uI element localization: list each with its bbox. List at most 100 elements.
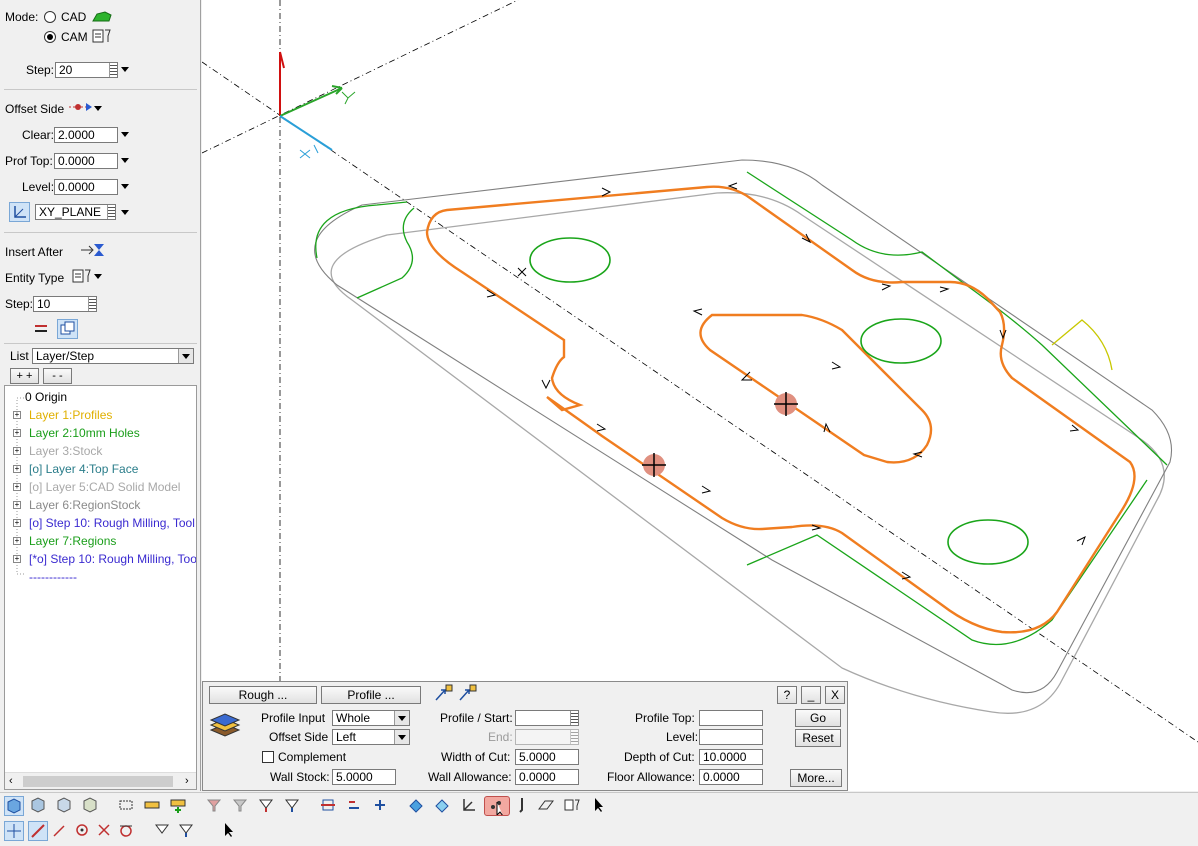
hidden-line-view-icon[interactable] — [80, 796, 100, 816]
wall-stock-field[interactable]: 5.0000 — [332, 769, 396, 785]
snap-grid-icon[interactable] — [4, 821, 24, 841]
expand-icon[interactable]: + — [13, 555, 21, 563]
profile-direction-icons[interactable] — [433, 684, 479, 704]
profile-input-select[interactable]: Whole — [332, 710, 410, 726]
profile-tool-icon[interactable] — [484, 796, 510, 817]
snap-center-icon[interactable] — [72, 821, 92, 841]
expand-icon[interactable]: + — [13, 465, 21, 473]
plane-icon[interactable] — [536, 796, 556, 816]
layer-tree[interactable]: 0 Origin + Layer 1:Profiles + Layer 2:10… — [4, 385, 197, 790]
axis-tool-icon[interactable] — [458, 796, 478, 816]
tree-item-layer2[interactable]: Layer 2:10mm Holes — [29, 426, 140, 440]
step2-field[interactable]: 10 — [33, 296, 97, 312]
width-of-cut-field[interactable]: 5.0000 — [515, 749, 579, 765]
tree-item-origin[interactable]: 0 Origin — [25, 390, 67, 404]
tree-item-step10-active[interactable]: [*o] Step 10: Rough Milling, Too — [29, 552, 196, 566]
minus-icon[interactable] — [344, 796, 364, 816]
filter-clear-icon[interactable] — [230, 796, 250, 816]
profile-tab-button[interactable]: Profile ... — [321, 686, 421, 704]
complement-checkbox[interactable] — [262, 751, 274, 763]
plane-field[interactable]: XY_PLANE — [35, 204, 116, 220]
snap-end-icon[interactable] — [50, 821, 70, 841]
tree-item-layer6[interactable]: Layer 6:RegionStock — [29, 498, 140, 512]
cad-viewport[interactable] — [201, 0, 1198, 791]
expand-icon[interactable]: + — [13, 429, 21, 437]
list-select[interactable]: Layer/Step — [32, 348, 194, 364]
plane-dropdown-icon[interactable] — [121, 210, 129, 215]
prof-top-field[interactable]: 0.0000 — [54, 153, 118, 169]
scroll-left-icon[interactable]: ‹ — [9, 775, 13, 787]
offset-side-icon[interactable] — [68, 100, 94, 114]
tree-item-step10[interactable]: [o] Step 10: Rough Milling, Tool — [29, 516, 195, 530]
pointer-icon[interactable] — [588, 796, 608, 816]
rough-tool-icon[interactable] — [406, 796, 426, 816]
prof-top-dropdown-icon[interactable] — [121, 158, 129, 163]
snap-tangent-icon[interactable] — [116, 821, 136, 841]
expand-icon[interactable]: + — [13, 537, 21, 545]
mesh-view-icon[interactable] — [28, 796, 48, 816]
select-icon[interactable] — [116, 796, 136, 816]
clear-field[interactable]: 2.0000 — [54, 127, 118, 143]
profile-start-field[interactable] — [515, 710, 579, 726]
mode-cam-radio[interactable] — [44, 31, 56, 43]
filter-icon[interactable] — [204, 796, 224, 816]
mode-cad-radio[interactable] — [44, 11, 56, 23]
tag-add-icon[interactable] — [168, 796, 188, 816]
expand-icon[interactable]: + — [13, 447, 21, 455]
finish-tool-icon[interactable] — [432, 796, 452, 816]
reset-button[interactable]: Reset — [795, 729, 841, 747]
tree-item-layer4[interactable]: [o] Layer 4:Top Face — [29, 462, 138, 476]
copy-button[interactable] — [57, 319, 78, 339]
insert-after-icon[interactable] — [80, 242, 106, 258]
offset-side-dropdown-icon[interactable] — [94, 106, 102, 111]
expand-all-button[interactable]: + + — [10, 368, 39, 384]
expand-icon[interactable]: + — [13, 501, 21, 509]
more-button[interactable]: More... — [790, 769, 842, 787]
expand-icon[interactable]: + — [13, 519, 21, 527]
expand-icon[interactable]: + — [13, 483, 21, 491]
remove-icon[interactable] — [34, 322, 48, 336]
profile-top-field[interactable] — [699, 710, 763, 726]
rough-tab-button[interactable]: Rough ... — [209, 686, 317, 704]
entity-icon[interactable] — [562, 796, 582, 816]
end-field[interactable] — [515, 729, 579, 745]
plus-icon[interactable] — [370, 796, 390, 816]
level-field[interactable]: 0.0000 — [54, 179, 118, 195]
step-dropdown-icon[interactable] — [121, 67, 129, 72]
level-dropdown-icon[interactable] — [121, 184, 129, 189]
snap-intersect-icon[interactable] — [94, 821, 114, 841]
close-button[interactable]: X — [825, 686, 845, 704]
drill-icon[interactable] — [512, 796, 532, 816]
filter-down-icon[interactable] — [256, 796, 276, 816]
entity-type-icon[interactable] — [72, 268, 92, 284]
tree-item-layer3[interactable]: Layer 3:Stock — [29, 444, 102, 458]
minimize-button[interactable]: _ — [801, 686, 821, 704]
tree-item-layer7[interactable]: Layer 7:Regions — [29, 534, 116, 548]
move-icon[interactable] — [318, 796, 338, 816]
entity-type-dropdown-icon[interactable] — [94, 274, 102, 279]
horizontal-scrollbar[interactable]: ‹ › — [5, 772, 196, 789]
floor-allowance-field[interactable]: 0.0000 — [699, 769, 763, 785]
scroll-right-icon[interactable]: › — [185, 775, 189, 787]
snap-line-icon[interactable] — [28, 821, 48, 841]
wireframe-view-icon[interactable] — [54, 796, 74, 816]
depth-of-cut-field[interactable]: 10.0000 — [699, 749, 763, 765]
tag-icon[interactable] — [142, 796, 162, 816]
help-button[interactable]: ? — [777, 686, 797, 704]
offset-side-select[interactable]: Left — [332, 729, 410, 745]
plane-axis-button[interactable] — [9, 202, 30, 222]
wall-allowance-field[interactable]: 0.0000 — [515, 769, 579, 785]
level-dlg-field[interactable] — [699, 729, 763, 745]
filter-up-icon[interactable] — [282, 796, 302, 816]
snap-filter-set-icon[interactable] — [176, 821, 196, 841]
go-button[interactable]: Go — [795, 709, 841, 727]
step-field[interactable]: 20 — [55, 62, 118, 78]
snap-filter-icon[interactable] — [152, 821, 172, 841]
scrollbar-thumb[interactable] — [23, 776, 173, 787]
clear-dropdown-icon[interactable] — [121, 132, 129, 137]
expand-icon[interactable]: + — [13, 411, 21, 419]
cube-view-icon[interactable] — [4, 796, 24, 816]
tree-item-layer5[interactable]: [o] Layer 5:CAD Solid Model — [29, 480, 180, 494]
collapse-all-button[interactable]: - - — [43, 368, 72, 384]
tree-item-layer1[interactable]: Layer 1:Profiles — [29, 408, 112, 422]
